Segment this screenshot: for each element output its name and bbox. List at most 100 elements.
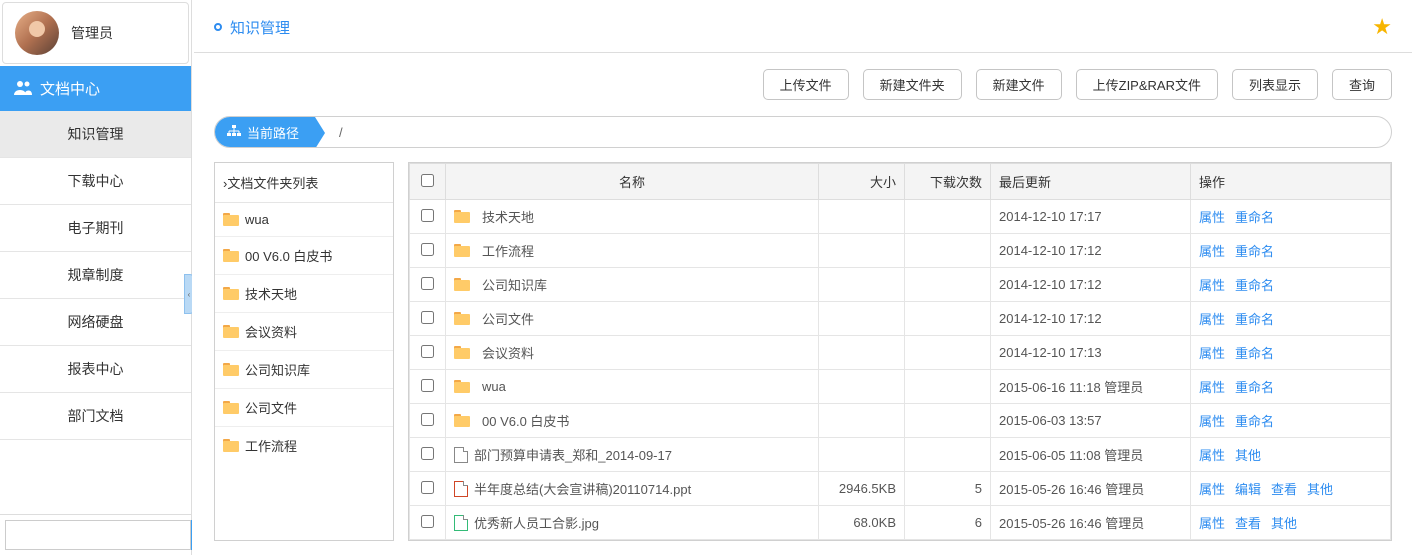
nav-item[interactable]: 部门文档 bbox=[0, 393, 191, 440]
action-prop[interactable]: 属性 bbox=[1199, 210, 1225, 225]
action-prop[interactable]: 属性 bbox=[1199, 448, 1225, 463]
file-name-cell[interactable]: wua bbox=[454, 379, 812, 394]
row-checkbox[interactable] bbox=[421, 447, 434, 460]
file-size-cell: 2946.5KB bbox=[819, 472, 905, 506]
col-size-header: 大小 bbox=[819, 164, 905, 200]
file-name-cell[interactable]: 公司知识库 bbox=[454, 275, 812, 294]
file-name-label: 00 V6.0 白皮书 bbox=[482, 411, 569, 430]
table-row: 会议资料2014-12-10 17:13属性重命名 bbox=[410, 336, 1391, 370]
row-checkbox[interactable] bbox=[421, 379, 434, 392]
folder-tree-header[interactable]: ›文档文件夹列表 bbox=[215, 163, 393, 203]
action-rename[interactable]: 重命名 bbox=[1235, 278, 1274, 293]
upload-file-button[interactable]: 上传文件 bbox=[763, 69, 849, 100]
row-checkbox[interactable] bbox=[421, 413, 434, 426]
upload-zip-button[interactable]: 上传ZIP&RAR文件 bbox=[1076, 69, 1218, 100]
file-name-label: 优秀新人员工合影.jpg bbox=[474, 513, 599, 532]
nav-item[interactable]: 报表中心 bbox=[0, 346, 191, 393]
file-name-cell[interactable]: 工作流程 bbox=[454, 241, 812, 260]
file-downloads-cell bbox=[905, 234, 991, 268]
new-file-button[interactable]: 新建文件 bbox=[976, 69, 1062, 100]
action-rename[interactable]: 重命名 bbox=[1235, 210, 1274, 225]
file-updated-cell: 2014-12-10 17:17 bbox=[991, 200, 1191, 234]
nav-item[interactable]: 下载中心 bbox=[0, 158, 191, 205]
main-area: 知识管理 ★ 上传文件 新建文件夹 新建文件 上传ZIP&RAR文件 列表显示 … bbox=[192, 0, 1414, 555]
file-name-cell[interactable]: 会议资料 bbox=[454, 343, 812, 362]
file-actions-cell: 属性重命名 bbox=[1191, 200, 1391, 234]
file-updated-cell: 2015-06-03 13:57 bbox=[991, 404, 1191, 438]
action-prop[interactable]: 属性 bbox=[1199, 312, 1225, 327]
file-name-cell[interactable]: 公司文件 bbox=[454, 309, 812, 328]
select-all-checkbox[interactable] bbox=[421, 174, 434, 187]
query-button[interactable]: 查询 bbox=[1332, 69, 1392, 100]
file-actions-cell: 属性重命名 bbox=[1191, 302, 1391, 336]
row-checkbox[interactable] bbox=[421, 277, 434, 290]
row-checkbox[interactable] bbox=[421, 345, 434, 358]
nav-item[interactable]: 电子期刊 bbox=[0, 205, 191, 252]
row-checkbox[interactable] bbox=[421, 243, 434, 256]
action-rename[interactable]: 重命名 bbox=[1235, 380, 1274, 395]
folder-tree-label: 会议资料 bbox=[245, 322, 297, 341]
file-name-cell[interactable]: 部门预算申请表_郑和_2014-09-17 bbox=[454, 445, 812, 464]
file-downloads-cell bbox=[905, 404, 991, 438]
file-updated-cell: 2015-06-16 11:18 管理员 bbox=[991, 370, 1191, 404]
file-size-cell bbox=[819, 234, 905, 268]
row-checkbox[interactable] bbox=[421, 311, 434, 324]
user-box[interactable]: 管理员 bbox=[2, 2, 189, 64]
action-prop[interactable]: 属性 bbox=[1199, 482, 1225, 497]
file-downloads-cell bbox=[905, 370, 991, 404]
action-rename[interactable]: 重命名 bbox=[1235, 244, 1274, 259]
file-updated-cell: 2014-12-10 17:12 bbox=[991, 268, 1191, 302]
folder-tree-item[interactable]: 公司知识库 bbox=[215, 351, 393, 389]
table-row: 部门预算申请表_郑和_2014-09-17 2015-06-05 11:08 管理… bbox=[410, 438, 1391, 472]
nav-header: 文档中心 bbox=[0, 66, 191, 111]
search-input[interactable] bbox=[5, 520, 191, 550]
file-downloads-cell: 5 bbox=[905, 472, 991, 506]
action-other[interactable]: 其他 bbox=[1235, 448, 1261, 463]
file-size-cell bbox=[819, 200, 905, 234]
folder-tree-label: wua bbox=[245, 212, 269, 227]
file-name-cell[interactable]: 优秀新人员工合影.jpg bbox=[454, 513, 812, 532]
nav-item[interactable]: 知识管理 bbox=[0, 111, 191, 158]
action-prop[interactable]: 属性 bbox=[1199, 516, 1225, 531]
col-checkbox bbox=[410, 164, 446, 200]
file-name-cell[interactable]: 半年度总结(大会宣讲稿)20110714.ppt bbox=[454, 479, 812, 498]
action-rename[interactable]: 重命名 bbox=[1235, 414, 1274, 429]
file-updated-cell: 2015-06-05 11:08 管理员 bbox=[991, 438, 1191, 472]
action-view[interactable]: 查看 bbox=[1235, 516, 1261, 531]
nav-item[interactable]: 规章制度 bbox=[0, 252, 191, 299]
action-prop[interactable]: 属性 bbox=[1199, 414, 1225, 429]
row-checkbox[interactable] bbox=[421, 209, 434, 222]
file-name-cell[interactable]: 技术天地 bbox=[454, 207, 812, 226]
col-downloads-header: 下载次数 bbox=[905, 164, 991, 200]
action-other[interactable]: 其他 bbox=[1307, 482, 1333, 497]
file-actions-cell: 属性重命名 bbox=[1191, 234, 1391, 268]
action-rename[interactable]: 重命名 bbox=[1235, 346, 1274, 361]
action-view[interactable]: 查看 bbox=[1271, 482, 1297, 497]
action-prop[interactable]: 属性 bbox=[1199, 380, 1225, 395]
folder-tree-label: 技术天地 bbox=[245, 284, 297, 303]
folder-tree-item[interactable]: 工作流程 bbox=[215, 427, 393, 464]
action-other[interactable]: 其他 bbox=[1271, 516, 1297, 531]
folder-icon bbox=[223, 401, 239, 414]
row-checkbox[interactable] bbox=[421, 515, 434, 528]
folder-tree-label: 工作流程 bbox=[245, 436, 297, 455]
file-name-cell[interactable]: 00 V6.0 白皮书 bbox=[454, 411, 812, 430]
file-size-cell bbox=[819, 336, 905, 370]
favorite-star-icon[interactable]: ★ bbox=[1372, 14, 1392, 40]
action-prop[interactable]: 属性 bbox=[1199, 346, 1225, 361]
new-folder-button[interactable]: 新建文件夹 bbox=[863, 69, 962, 100]
action-rename[interactable]: 重命名 bbox=[1235, 312, 1274, 327]
action-prop[interactable]: 属性 bbox=[1199, 244, 1225, 259]
action-edit[interactable]: 编辑 bbox=[1235, 482, 1261, 497]
action-prop[interactable]: 属性 bbox=[1199, 278, 1225, 293]
folder-tree-item[interactable]: 技术天地 bbox=[215, 275, 393, 313]
row-checkbox[interactable] bbox=[421, 481, 434, 494]
folder-tree-item[interactable]: 00 V6.0 白皮书 bbox=[215, 237, 393, 275]
folder-tree-item[interactable]: 公司文件 bbox=[215, 389, 393, 427]
breadcrumb: 当前路径 / bbox=[214, 116, 1392, 148]
folder-tree-item[interactable]: wua bbox=[215, 203, 393, 237]
nav-item[interactable]: 网络硬盘 bbox=[0, 299, 191, 346]
list-view-button[interactable]: 列表显示 bbox=[1232, 69, 1318, 100]
file-downloads-cell: 6 bbox=[905, 506, 991, 540]
folder-tree-item[interactable]: 会议资料 bbox=[215, 313, 393, 351]
